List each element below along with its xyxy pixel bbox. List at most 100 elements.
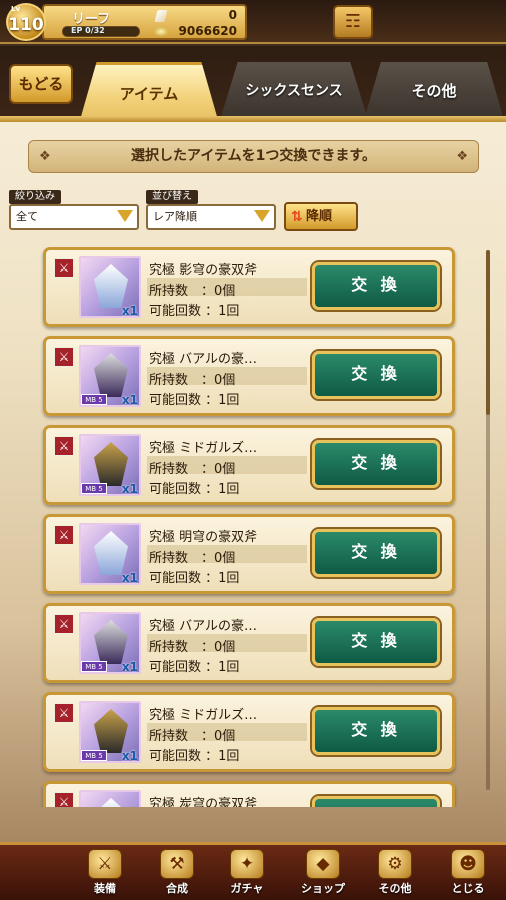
scrollbar-thumb[interactable]: [486, 250, 490, 415]
item-name: 究極 炭穹の豪双斧: [149, 797, 258, 807]
back-button[interactable]: もどる: [9, 64, 73, 104]
item-thumbnail[interactable]: [79, 790, 141, 807]
owned-count: 所持数 ：0個: [149, 729, 236, 744]
owned-count: 所持数 ：0個: [149, 551, 236, 566]
nav-synthesis[interactable]: ⚒ 合成: [142, 849, 212, 900]
item-quantity: x1: [121, 393, 138, 407]
item-list[interactable]: ⚔ x1 究極 影穹の豪双斧 所持数 ：0個 可能回数 ：1回 交 換 ⚔ MB…: [0, 247, 506, 807]
list-item: ⚔ MB 5 x1 究極 バアルの豪… 所持数 ：0個 可能回数 ：1回 交 換: [43, 603, 455, 683]
ep-text: EP 0/32: [71, 26, 105, 35]
item-thumbnail[interactable]: MB 5 x1: [79, 345, 141, 407]
exchange-button[interactable]: 交 換: [312, 262, 440, 310]
ornament-left-icon: ❖: [39, 149, 51, 164]
coin-count: 9066620: [178, 24, 237, 38]
item-thumbnail[interactable]: x1: [79, 523, 141, 585]
nav-label: その他: [378, 882, 412, 895]
sort-select[interactable]: レア降順: [146, 204, 276, 230]
level-label: Lv: [11, 5, 21, 13]
sort-label: 並び替え: [146, 190, 198, 204]
profile-book-icon: ☶: [344, 11, 362, 32]
axe-type-icon: ⚔: [54, 525, 74, 545]
item-quantity: x1: [121, 304, 138, 318]
nav-label: とじる: [451, 882, 485, 895]
exchange-button[interactable]: 交 換: [312, 618, 440, 666]
exchange-button[interactable]: 交 換: [312, 707, 440, 755]
filter-select[interactable]: 全て: [9, 204, 139, 230]
gacha-icon: ✦: [230, 849, 264, 879]
item-name: 究極 明穹の豪双斧: [149, 530, 258, 545]
list-item: ⚔ MB 5 x1 究極 ミドガルズ… 所持数 ：0個 可能回数 ：1回 交 換: [43, 692, 455, 772]
item-name: 究極 影穹の豪双斧: [149, 263, 258, 278]
filter-value: 全て: [16, 210, 38, 223]
nav-shop[interactable]: ◆ ショップ: [288, 849, 358, 900]
exchange-button[interactable]: 交 換: [312, 529, 440, 577]
sort-arrows-icon: ⇅: [291, 209, 303, 225]
info-banner: ❖ 選択したアイテムを1つ交換できます。 ❖: [28, 140, 479, 173]
mb-badge: MB 5: [81, 483, 107, 494]
nav-close[interactable]: ☻ とじる: [433, 849, 503, 900]
mb-badge: MB 5: [81, 750, 107, 761]
close-character-icon: ☻: [451, 849, 485, 879]
profile-book-button[interactable]: ☶: [333, 5, 373, 39]
chevron-down-icon: [117, 210, 133, 222]
sort-order-button[interactable]: ⇅ 降順: [284, 202, 358, 231]
list-item: ⚔ 究極 炭穹の豪双斧: [43, 781, 455, 807]
list-item: ⚔ x1 究極 影穹の豪双斧 所持数 ：0個 可能回数 ：1回 交 換: [43, 247, 455, 327]
possible-count: 可能回数 ：1回: [149, 571, 240, 586]
mb-badge: MB 5: [81, 661, 107, 672]
exchange-button[interactable]: 交 換: [312, 440, 440, 488]
possible-count: 可能回数 ：1回: [149, 749, 240, 764]
owned-count: 所持数 ：0個: [149, 284, 236, 299]
chevron-down-icon: [254, 210, 270, 222]
axe-type-icon: ⚔: [54, 258, 74, 278]
nav-gacha[interactable]: ✦ ガチャ: [212, 849, 282, 900]
exchange-button[interactable]: [312, 796, 440, 807]
weapon-image-icon: [94, 353, 128, 397]
item-thumbnail[interactable]: MB 5 x1: [79, 612, 141, 674]
tab-items[interactable]: アイテム: [80, 62, 218, 120]
possible-count: 可能回数 ：1回: [149, 660, 240, 675]
item-quantity: x1: [121, 571, 138, 585]
item-thumbnail[interactable]: MB 5 x1: [79, 434, 141, 496]
owned-count: 所持数 ：0個: [149, 462, 236, 477]
level-number: 110: [8, 15, 44, 35]
nav-other[interactable]: ⚙ その他: [360, 849, 430, 900]
owned-count: 所持数 ：0個: [149, 640, 236, 655]
gem-count: 0: [228, 8, 237, 22]
status-bar: リーフ EP 0/32 0 9066620 Lv 110 ☶: [0, 0, 506, 44]
weapon-image-icon: [94, 531, 128, 575]
item-thumbnail[interactable]: x1: [79, 256, 141, 318]
player-name: リーフ: [72, 12, 111, 27]
list-item: ⚔ x1 究極 明穹の豪双斧 所持数 ：0個 可能回数 ：1回 交 換: [43, 514, 455, 594]
axe-type-icon: ⚔: [54, 614, 74, 634]
weapon-image-icon: [94, 798, 128, 807]
nav-equipment[interactable]: ⚔ 装備: [70, 849, 140, 900]
weapon-image-icon: [94, 442, 128, 486]
exchange-content: ❖ 選択したアイテムを1つ交換できます。 ❖ 絞り込み 全て 並び替え レア降順…: [0, 122, 506, 842]
weapon-image-icon: [94, 709, 128, 753]
ep-bar: EP 0/32: [62, 26, 140, 37]
weapon-image-icon: [94, 620, 128, 664]
list-item: ⚔ MB 5 x1 究極 バアルの豪… 所持数 ：0個 可能回数 ：1回 交 換: [43, 336, 455, 416]
exchange-button[interactable]: 交 換: [312, 351, 440, 399]
item-quantity: x1: [121, 660, 138, 674]
item-name: 究極 ミドガルズ…: [149, 441, 258, 456]
tab-other[interactable]: その他: [364, 62, 504, 120]
filter-label: 絞り込み: [9, 190, 61, 204]
shop-crystal-icon: ◆: [306, 849, 340, 879]
level-badge: Lv 110: [6, 3, 46, 41]
ornament-right-icon: ❖: [456, 149, 468, 164]
bottom-nav: ⚔ 装備 ⚒ 合成 ✦ ガチャ ◆ ショップ ⚙ その他 ☻ とじる: [0, 842, 506, 900]
list-item: ⚔ MB 5 x1 究極 ミドガルズ… 所持数 ：0個 可能回数 ：1回 交 換: [43, 425, 455, 505]
tab-sixth-sense[interactable]: シックスセンス: [220, 62, 368, 120]
possible-count: 可能回数 ：1回: [149, 393, 240, 408]
nav-label: 装備: [94, 882, 116, 895]
item-name: 究極 バアルの豪…: [149, 619, 258, 634]
axe-type-icon: ⚔: [54, 347, 74, 367]
axe-type-icon: ⚔: [54, 792, 74, 807]
item-thumbnail[interactable]: MB 5 x1: [79, 701, 141, 763]
tab-header: もどる アイテム シックスセンス その他: [0, 46, 506, 120]
sort-order-label: 降順: [306, 209, 333, 224]
item-name: 究極 バアルの豪…: [149, 352, 258, 367]
axe-type-icon: ⚔: [54, 703, 74, 723]
